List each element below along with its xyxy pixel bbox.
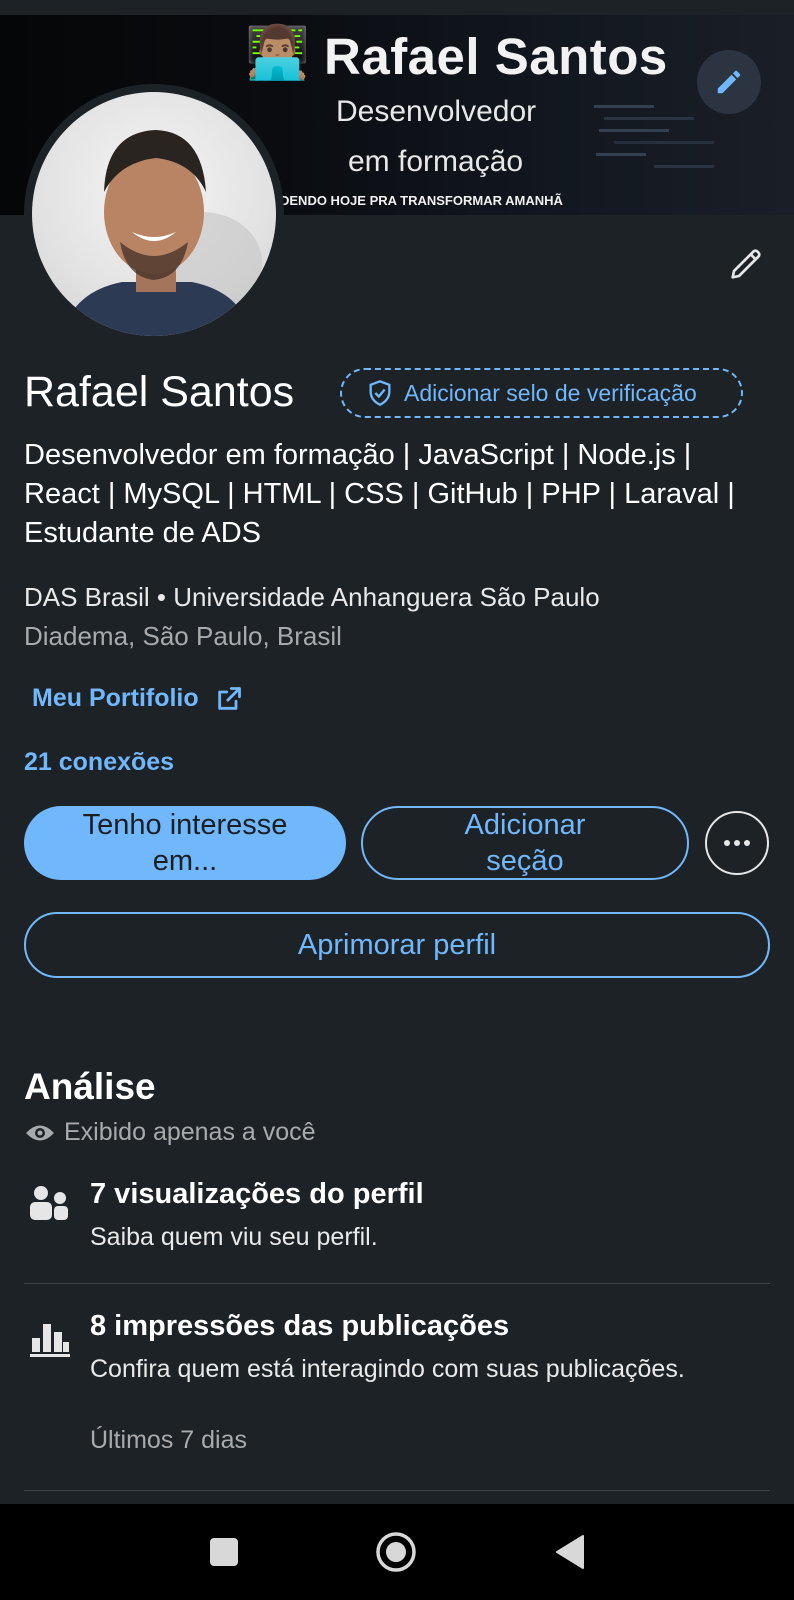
profile-name: Rafael Santos xyxy=(24,368,295,416)
shield-check-icon xyxy=(369,380,391,406)
banner-subtitle-2: em formação xyxy=(348,145,524,178)
bar-chart-icon xyxy=(30,1324,70,1357)
pencil-icon xyxy=(717,70,741,94)
banner-slogan: DENDO HOJE PRA TRANSFORMAR AMANHÃ xyxy=(280,193,563,208)
analysis-title: Análise xyxy=(24,1066,156,1107)
post-impressions-item[interactable]: 8 impressões das publicações Confira que… xyxy=(24,1310,770,1460)
status-strip xyxy=(0,0,794,15)
divider xyxy=(24,1283,770,1284)
external-link-icon xyxy=(217,686,241,710)
people-icon xyxy=(30,1186,68,1220)
connections-link[interactable]: 21 conexões xyxy=(24,748,174,777)
system-nav-bar xyxy=(0,1504,794,1600)
banner-subtitle-1: Desenvolvedor xyxy=(336,95,537,128)
developer-emoji: 👨🏽‍💻 xyxy=(245,24,310,82)
add-verification-button[interactable]: Adicionar selo de verificação xyxy=(340,368,743,418)
profile-avatar[interactable] xyxy=(24,84,284,344)
edit-banner-button[interactable] xyxy=(697,50,761,114)
post-impressions-title: 8 impressões das publicações xyxy=(90,1310,510,1342)
back-triangle-icon xyxy=(556,1535,584,1569)
visibility-label: Exibido apenas a você xyxy=(64,1118,316,1146)
add-section-label: Adicionar seção xyxy=(464,809,586,877)
improve-profile-button[interactable]: Aprimorar perfil xyxy=(24,912,770,978)
square-icon xyxy=(210,1538,238,1566)
banner-title: Rafael Santos xyxy=(324,28,668,85)
pencil-outline-icon xyxy=(731,249,761,279)
more-options-button[interactable] xyxy=(705,811,769,875)
add-section-button[interactable]: Adicionar seção xyxy=(361,806,689,880)
visibility-note: Exibido apenas a você xyxy=(24,1118,316,1147)
portfolio-link[interactable]: Meu Portifolio xyxy=(32,684,243,713)
improve-profile-label: Aprimorar perfil xyxy=(297,928,497,961)
post-impressions-desc: Confira quem está interagindo com suas p… xyxy=(90,1355,685,1383)
profile-views-title: 7 visualizações do perfil xyxy=(90,1178,424,1210)
home-circle-icon xyxy=(376,1532,416,1572)
profile-company: DAS Brasil • Universidade Anhanguera São… xyxy=(24,582,600,612)
edit-intro-button[interactable] xyxy=(722,240,770,288)
back-button[interactable] xyxy=(548,1530,592,1574)
ellipsis-icon xyxy=(724,840,750,846)
open-to-button[interactable]: Tenho interesse em... xyxy=(24,806,346,880)
divider xyxy=(24,1490,770,1491)
avatar-photo xyxy=(32,92,276,336)
eye-icon xyxy=(26,1125,54,1140)
profile-views-desc: Saiba quem viu seu perfil. xyxy=(90,1223,378,1251)
profile-views-item[interactable]: 7 visualizações do perfil Saiba quem viu… xyxy=(24,1178,770,1258)
open-to-label: Tenho interesse em... xyxy=(82,809,288,877)
recents-button[interactable] xyxy=(202,1530,246,1574)
portfolio-label: Meu Portifolio xyxy=(32,684,199,712)
home-button[interactable] xyxy=(374,1530,418,1574)
profile-location: Diadema, São Paulo, Brasil xyxy=(24,621,342,651)
person-photo-graphic xyxy=(62,130,262,336)
post-impressions-period: Últimos 7 dias xyxy=(90,1426,247,1454)
profile-headline: Desenvolvedor em formação | JavaScript |… xyxy=(24,439,735,549)
verify-label: Adicionar selo de verificação xyxy=(404,379,697,406)
